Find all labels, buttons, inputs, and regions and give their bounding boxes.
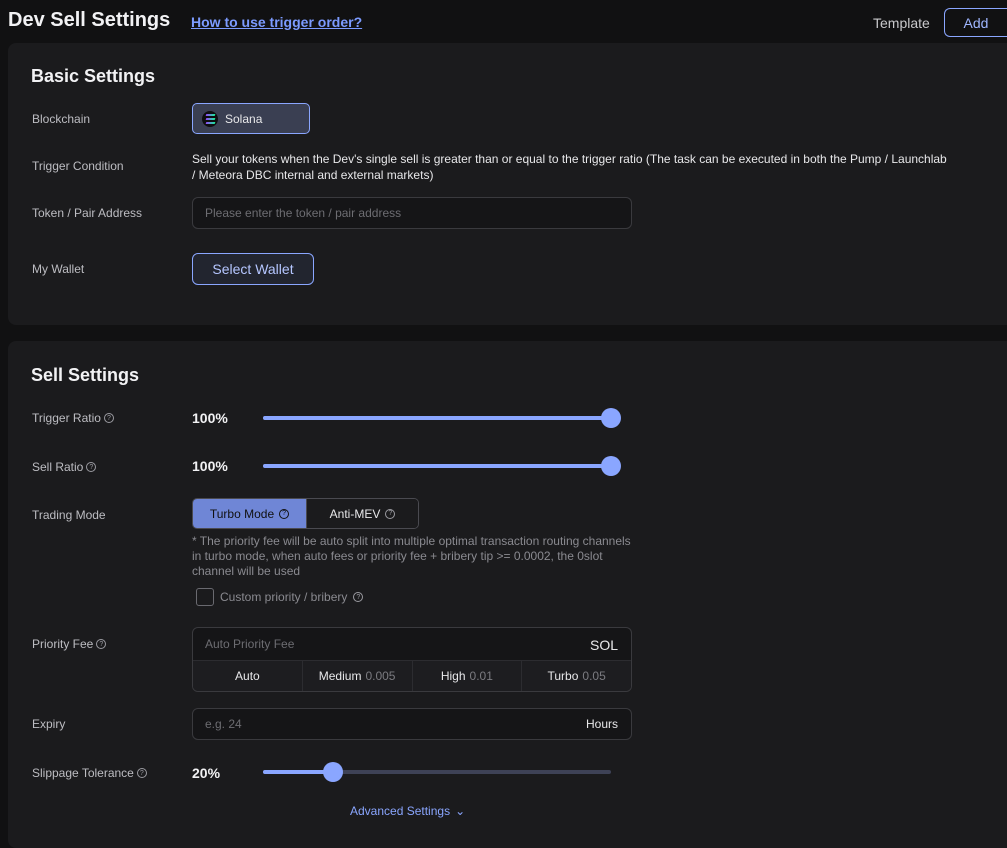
chevron-down-icon: ⌄ (455, 804, 466, 818)
fee-option-label: High (440, 669, 466, 683)
advanced-settings-label: Advanced Settings (350, 804, 451, 818)
template-button[interactable]: Template (873, 15, 930, 31)
slippage-slider[interactable] (263, 762, 611, 782)
help-icon[interactable]: ? (136, 768, 147, 778)
anti-mev-button[interactable]: Anti-MEV ? (306, 499, 418, 528)
sell-ratio-label-text: Sell Ratio (32, 460, 84, 474)
fee-option-value: 0.01 (469, 669, 493, 683)
help-icon[interactable]: ? (86, 462, 97, 472)
sell-ratio-label: Sell Ratio ? (32, 460, 97, 474)
trigger-ratio-label-text: Trigger Ratio (32, 411, 101, 425)
slippage-value: 20% (192, 765, 221, 781)
help-icon[interactable]: ? (103, 413, 114, 423)
sell-settings-title: Sell Settings (31, 365, 140, 385)
slider-thumb[interactable] (601, 408, 621, 428)
help-icon[interactable]: ? (279, 508, 290, 519)
trigger-condition-label: Trigger Condition (32, 159, 124, 173)
page-title: Dev Sell Settings (8, 9, 171, 31)
trigger-ratio-slider[interactable] (263, 408, 621, 428)
slider-thumb[interactable] (323, 762, 343, 782)
fee-option-label: Medium (318, 669, 362, 683)
trigger-condition-text: Sell your tokens when the Dev's single s… (192, 152, 947, 182)
sell-ratio-slider[interactable] (263, 456, 621, 476)
slippage-label-text: Slippage Tolerance (32, 766, 134, 780)
priority-fee-box: SOL Auto Medium 0.005 High 0.01 Turbo 0.… (192, 627, 632, 692)
advanced-settings-toggle[interactable]: Advanced Settings ⌄ (350, 804, 465, 818)
trading-mode-label: Trading Mode (32, 508, 106, 522)
custom-priority-label: Custom priority / bribery (220, 590, 348, 604)
solana-icon (202, 110, 218, 127)
fee-option-high[interactable]: High 0.01 (411, 661, 522, 691)
priority-fee-input[interactable] (193, 628, 573, 660)
fee-option-value: 0.005 (365, 669, 396, 683)
wallet-label: My Wallet (32, 262, 85, 276)
turbo-mode-button[interactable]: Turbo Mode ? (193, 499, 306, 528)
expiry-input[interactable] (193, 709, 553, 739)
trigger-ratio-value: 100% (192, 410, 228, 426)
expiry-unit: Hours (585, 717, 618, 731)
select-wallet-button[interactable]: Select Wallet (192, 253, 314, 285)
trigger-ratio-label: Trigger Ratio ? (32, 411, 114, 425)
help-icon[interactable]: ? (96, 639, 107, 649)
sell-settings-panel: Sell Settings Trigger Ratio ? 100% Sell … (8, 341, 1007, 848)
token-address-label: Token / Pair Address (32, 206, 143, 220)
slider-fill (263, 464, 611, 468)
slider-fill (263, 416, 611, 420)
priority-fee-unit: SOL (589, 637, 618, 653)
basic-settings-panel: Basic Settings Blockchain Solana Trigger… (8, 43, 1007, 325)
trading-mode-toggle: Turbo Mode ? Anti-MEV ? (192, 498, 419, 529)
turbo-mode-label: Turbo Mode (209, 506, 275, 521)
slippage-label: Slippage Tolerance ? (32, 766, 147, 780)
turbo-mode-note: * The priority fee will be auto split in… (192, 534, 631, 578)
fee-option-auto[interactable]: Auto (193, 661, 302, 691)
anti-mev-label: Anti-MEV (329, 506, 381, 521)
sell-ratio-value: 100% (192, 458, 228, 474)
blockchain-value: Solana (225, 111, 263, 126)
help-icon[interactable]: ? (353, 592, 364, 602)
expiry-label: Expiry (32, 717, 66, 731)
fee-option-turbo[interactable]: Turbo 0.05 (521, 661, 631, 691)
custom-priority-row: Custom priority / bribery ? (196, 588, 364, 606)
help-link[interactable]: How to use trigger order? (191, 14, 362, 30)
help-icon[interactable]: ? (385, 508, 396, 519)
fee-option-label: Auto (235, 669, 260, 683)
fee-option-label: Turbo (547, 669, 579, 683)
blockchain-label: Blockchain (32, 112, 91, 126)
fee-options: Auto Medium 0.005 High 0.01 Turbo 0.05 (193, 660, 631, 691)
fee-option-medium[interactable]: Medium 0.005 (301, 661, 412, 691)
blockchain-chip-solana[interactable]: Solana (192, 103, 310, 134)
expiry-box: Hours (192, 708, 632, 740)
custom-priority-checkbox[interactable] (196, 588, 214, 606)
basic-settings-title: Basic Settings (31, 66, 156, 86)
add-button[interactable]: Add (944, 8, 1007, 37)
token-address-input[interactable] (192, 197, 632, 229)
fee-option-value: 0.05 (582, 669, 606, 683)
header: Dev Sell Settings How to use trigger ord… (0, 0, 1007, 42)
slider-thumb[interactable] (601, 456, 621, 476)
priority-fee-label: Priority Fee ? (32, 637, 107, 651)
priority-fee-label-text: Priority Fee (32, 637, 94, 651)
